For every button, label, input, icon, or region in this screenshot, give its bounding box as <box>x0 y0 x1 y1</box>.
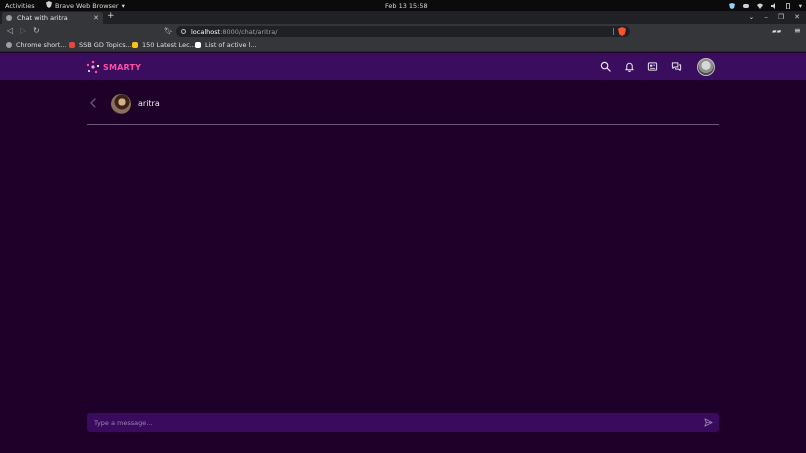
restore-icon[interactable]: ❐ <box>778 13 784 21</box>
network-icon <box>756 3 763 9</box>
volume-icon <box>770 2 775 9</box>
newspaper-icon[interactable] <box>647 61 658 72</box>
brave-shields-icon[interactable] <box>618 27 626 36</box>
chevron-down-icon: ▾ <box>121 1 125 10</box>
search-icon[interactable] <box>600 61 611 72</box>
discord-tray-icon <box>742 3 749 8</box>
app-navbar: SMARTY <box>0 53 806 80</box>
app-logo[interactable]: SMARTY <box>86 60 141 74</box>
browser-menu-icon[interactable]: ≡ <box>794 26 801 35</box>
shield-tray-icon <box>728 2 735 9</box>
tab-title: Chat with aritra <box>17 14 68 22</box>
address-bar[interactable]: localhost:8000/chat/aritra/ <box>176 26 630 37</box>
address-toolbar: ◁ ▷ ↻ 🔖︎ localhost:8000/chat/aritra/ ▰▰ … <box>0 24 806 39</box>
bookmark-label: 150 Latest Lec... <box>142 41 196 49</box>
bookmark-icon[interactable]: 🔖︎ <box>164 27 173 35</box>
bookmark-label: Chrome short... <box>16 41 67 49</box>
omnibox-divider <box>613 28 614 35</box>
app-menu[interactable]: Brave Web Browser ▾ <box>46 1 125 10</box>
forward-arrow-icon[interactable]: ▷ <box>20 26 26 35</box>
tab-strip: Chat with aritra ✕ + ⌄ – ❐ ✕ <box>0 11 806 24</box>
message-list <box>87 126 719 408</box>
bookmarks-bar: Chrome short... SSB GD Topics... 150 Lat… <box>0 39 806 52</box>
url-path: :8000/chat/aritra/ <box>220 27 278 36</box>
message-input[interactable] <box>87 413 687 432</box>
back-arrow-icon[interactable]: ◁ <box>7 26 13 35</box>
send-icon[interactable] <box>704 418 713 427</box>
chrome-favicon-icon <box>6 42 12 48</box>
bookmark-label: SSB GD Topics... <box>79 41 132 49</box>
browser-tab-active[interactable]: Chat with aritra ✕ <box>2 12 103 24</box>
reload-icon[interactable]: ↻ <box>33 26 40 35</box>
chat-bubbles-icon[interactable] <box>671 61 682 72</box>
system-tray[interactable]: ▾ <box>728 1 802 10</box>
window-controls: ⌄ – ❐ ✕ <box>748 13 800 21</box>
close-icon[interactable]: ✕ <box>93 14 99 22</box>
url-host: localhost <box>191 27 221 36</box>
minimize-icon[interactable]: – <box>764 13 768 21</box>
bookmark-label: List of active l... <box>205 41 257 49</box>
new-tab-button[interactable]: + <box>107 11 115 21</box>
message-composer <box>87 413 719 432</box>
brave-lion-icon <box>46 1 52 10</box>
clock[interactable]: Feb 13 15:58 <box>385 2 428 10</box>
bookmark-favicon-icon <box>132 42 138 48</box>
app-menu-label: Brave Web Browser <box>55 1 119 10</box>
bookmark-favicon-icon <box>195 42 201 48</box>
bell-icon[interactable] <box>624 61 635 72</box>
bookmark-favicon-icon <box>69 42 75 48</box>
contact-name: aritra <box>138 99 160 108</box>
chat-header-divider <box>87 124 719 125</box>
bookmark-item[interactable]: 150 Latest Lec... <box>132 41 196 49</box>
logo-text: SMARTY <box>103 62 142 72</box>
tab-search-chevron-icon[interactable]: ⌄ <box>748 13 754 21</box>
window-close-icon[interactable]: ✕ <box>794 13 800 21</box>
bookmark-item[interactable]: Chrome short... <box>6 41 66 49</box>
chevron-down-icon: ▾ <box>798 1 802 10</box>
battery-icon <box>785 2 790 9</box>
system-top-bar: Activities Brave Web Browser ▾ Feb 13 15… <box>0 0 806 11</box>
contact-avatar <box>111 94 131 114</box>
tab-favicon-icon <box>6 15 12 21</box>
bookmark-item[interactable]: List of active l... <box>195 41 257 49</box>
bookmark-item[interactable]: SSB GD Topics... <box>69 41 132 49</box>
back-chevron-icon[interactable] <box>89 98 97 108</box>
activities-button[interactable]: Activities <box>5 2 35 10</box>
logo-sparkle-icon <box>86 60 100 74</box>
site-info-icon[interactable] <box>181 29 186 34</box>
extensions-icon[interactable]: ▰▰ <box>772 28 781 35</box>
user-avatar[interactable] <box>697 58 715 76</box>
